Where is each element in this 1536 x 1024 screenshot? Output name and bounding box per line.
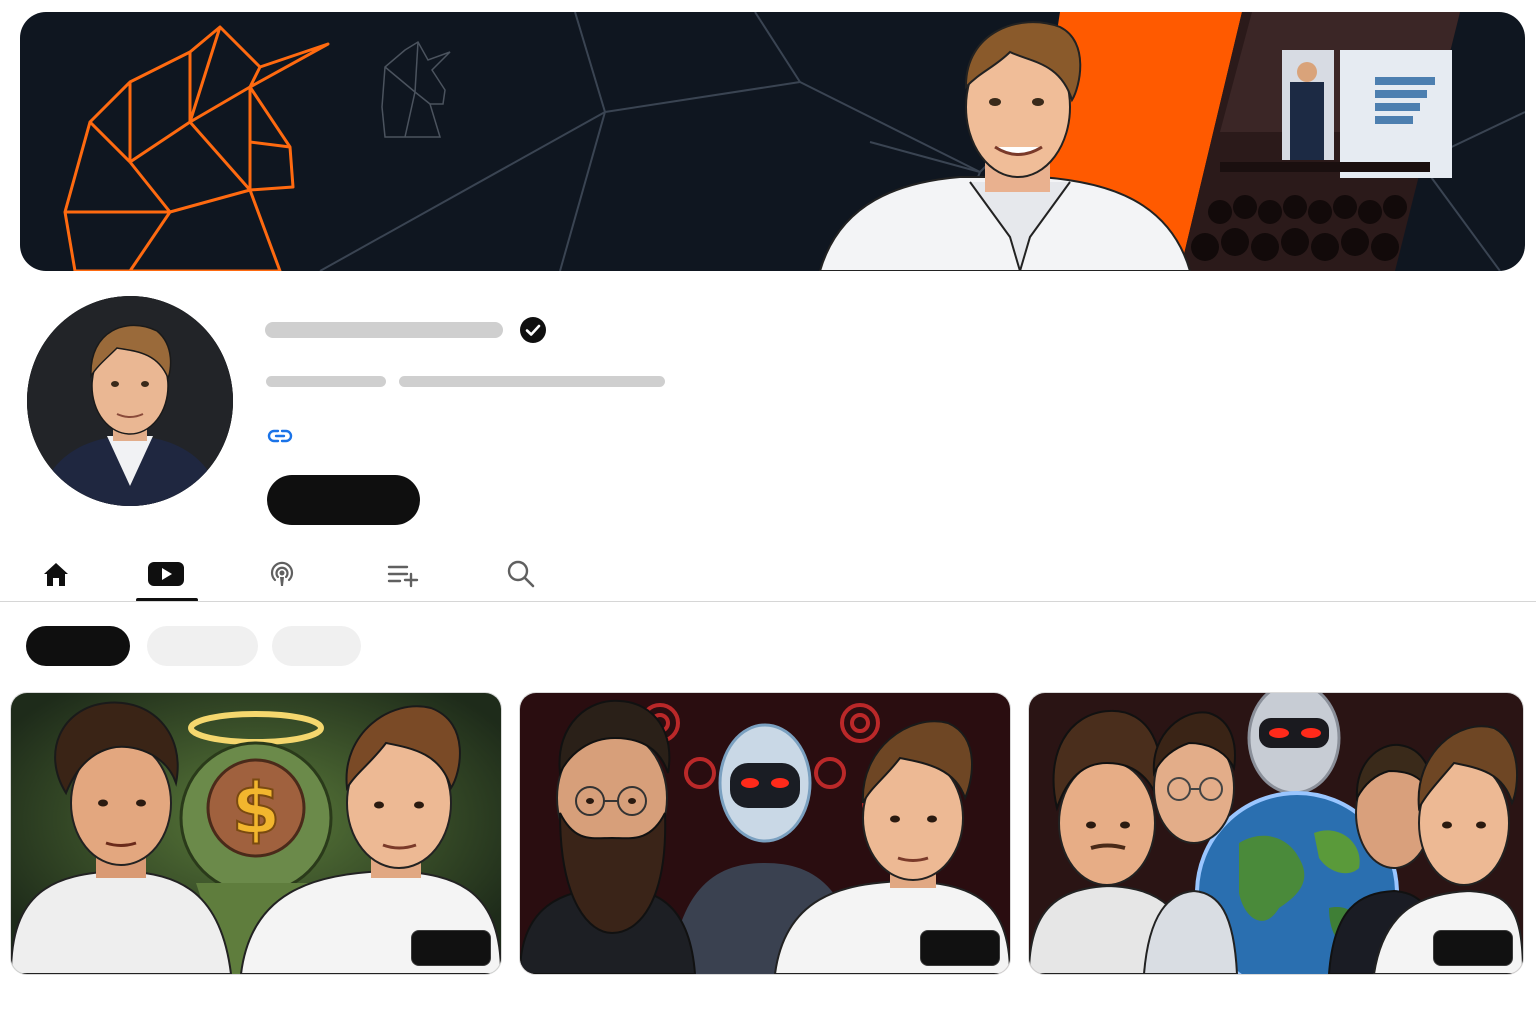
svg-text:$: $ — [232, 768, 281, 850]
video-duration-badge — [920, 930, 1000, 966]
playlist-add-icon — [387, 565, 419, 588]
tab-podcasts[interactable] — [260, 552, 304, 596]
tab-playlists[interactable] — [381, 552, 425, 596]
video-duration-badge — [1433, 930, 1513, 966]
home-icon — [44, 563, 68, 586]
podcasts-icon — [270, 561, 294, 586]
subscribe-button[interactable] — [267, 475, 420, 525]
tab-videos[interactable] — [144, 552, 188, 596]
avatar-portrait — [27, 296, 233, 506]
video-thumbnail[interactable] — [1029, 693, 1523, 974]
video-thumbnail[interactable]: $ — [11, 693, 501, 974]
channel-name — [265, 322, 503, 338]
search-icon — [507, 560, 535, 588]
tab-divider — [0, 601, 1536, 602]
banner-artwork — [63, 12, 1525, 271]
filter-chip-oldest[interactable] — [272, 626, 361, 666]
channel-banner — [20, 12, 1525, 271]
tab-search[interactable] — [499, 552, 543, 596]
videos-play-icon — [148, 562, 184, 586]
channel-stats — [399, 376, 665, 387]
video-thumbnail[interactable] — [520, 693, 1010, 974]
link-icon[interactable] — [267, 427, 293, 445]
channel-avatar[interactable] — [27, 296, 233, 506]
channel-handle — [266, 376, 386, 387]
unicorn-logo — [63, 25, 330, 271]
filter-chip-popular[interactable] — [147, 626, 258, 666]
verified-check-icon — [520, 317, 546, 343]
small-unicorn-logo — [381, 40, 451, 138]
video-duration-badge — [411, 930, 491, 966]
filter-chip-latest[interactable] — [26, 626, 130, 666]
tab-home[interactable] — [34, 552, 78, 596]
